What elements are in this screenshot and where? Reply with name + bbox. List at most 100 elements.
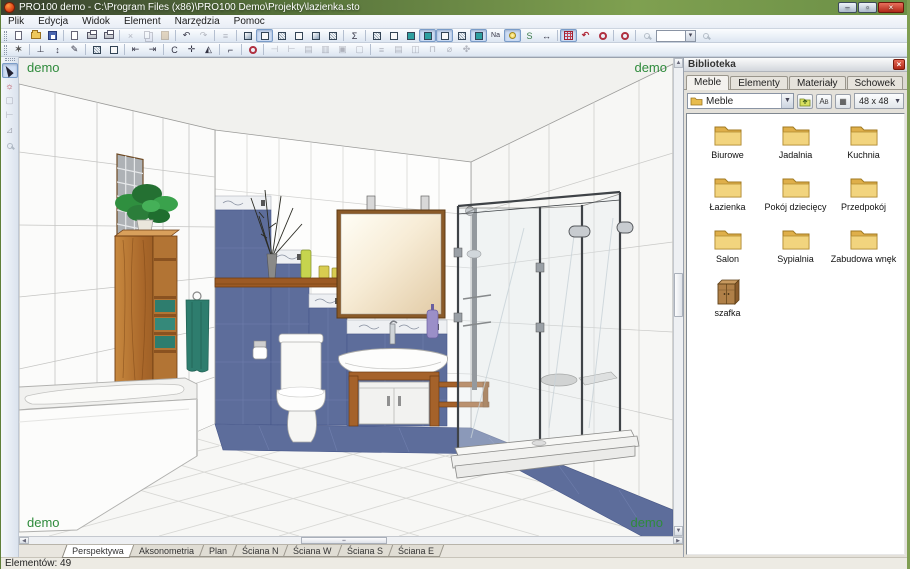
tab-plan[interactable]: Plan [198,545,236,557]
snap-button[interactable]: ✶ [10,43,27,56]
anchor-button[interactable]: ⊥ [32,43,49,56]
library-item-przedpokoj[interactable]: Przedpokój [830,174,898,212]
hinge-left-button[interactable]: ⊣ [266,43,283,56]
dimension-button[interactable]: ⌐ [222,43,239,56]
align-horizontal-button[interactable]: ⇤ [127,43,144,56]
vertical-scroll-thumb[interactable] [674,273,683,317]
move-element-button[interactable]: ✛ [183,43,200,56]
library-path-select[interactable]: Meble ▼ [687,93,794,109]
size-dropdown-arrow[interactable]: ▼ [894,98,903,105]
zoom-in-button[interactable] [638,29,655,42]
export-button[interactable] [66,29,83,42]
cut-button[interactable]: × [122,29,139,42]
sort-button[interactable]: AB [816,94,832,109]
library-item-biurowe[interactable]: Biurowe [694,122,762,160]
smooth-button[interactable]: S [521,29,538,42]
library-close-button[interactable]: × [893,59,905,70]
library-item-salon[interactable]: Salon [694,226,762,264]
render-tool-button[interactable]: ☼ [2,78,18,93]
ungroup-button[interactable]: ▢ [351,43,368,56]
tab-sciana-e[interactable]: Ściana E [387,545,443,557]
project-window-button[interactable] [239,29,256,42]
vertical-scrollbar[interactable]: ▲ ▼ [673,58,683,536]
library-item-pokoj-dzieciecy[interactable]: Pokój dziecięcy [762,174,830,212]
render-sketch-button[interactable] [385,29,402,42]
rotate-view-button[interactable]: ↶ [577,29,594,42]
scroll-down-arrow[interactable]: ▼ [674,526,683,536]
frame-tool-button[interactable]: ▢ [2,93,18,108]
menu-plik[interactable]: Plik [1,15,31,28]
polygon-tool-button[interactable]: ⊿ [2,123,18,138]
library-header[interactable]: Biblioteka × [684,58,907,72]
drawer-tool-button[interactable]: ▤ [390,43,407,56]
shower-cabin[interactable] [451,192,639,478]
library-tab-meble[interactable]: Meble [686,75,729,90]
library-item-kuchnia[interactable]: Kuchnia [830,122,898,160]
library-item-sypialnia[interactable]: Sypialnia [762,226,830,264]
scroll-right-arrow[interactable]: ▶ [673,537,683,544]
zoom-tool-button[interactable] [2,138,18,153]
render-solid-button[interactable] [470,29,487,42]
hinge-right-button[interactable]: ⊢ [283,43,300,56]
tab-aksonometria[interactable]: Aksonometria [128,545,203,557]
grid-button[interactable] [560,29,577,42]
redo-button[interactable]: ↷ [195,29,212,42]
library-tab-elementy[interactable]: Elementy [730,76,788,89]
accessory-tool-button[interactable]: ✤ [458,43,475,56]
tab-sciana-s[interactable]: Ściana S [336,545,392,557]
menu-edycja[interactable]: Edycja [31,15,75,28]
render-edges-button[interactable] [436,29,453,42]
undo-button[interactable]: ↶ [178,29,195,42]
flip-vertical-button[interactable]: ▥ [317,43,334,56]
center-view-button[interactable] [616,29,633,42]
ruler-tool-button[interactable]: ⊢ [2,108,18,123]
tab-perspektywa[interactable]: Perspektywa [62,545,134,558]
toilet-paper-holder[interactable] [253,341,267,359]
library-item-szafka[interactable]: szafka [694,278,762,318]
light-button[interactable] [504,29,521,42]
scroll-left-arrow[interactable]: ◀ [19,537,29,544]
render-wireframe-button[interactable] [368,29,385,42]
close-button[interactable]: × [878,2,904,13]
folder-up-button[interactable] [797,94,813,109]
rotate-element-button[interactable]: C [166,43,183,56]
toolstrip-grip[interactable] [5,58,15,61]
library-item-lazienka[interactable]: Łazienka [694,174,762,212]
shelf-tool-button[interactable]: ≡ [373,43,390,56]
select-window-button[interactable] [88,43,105,56]
select-element-button[interactable] [105,43,122,56]
show-names-button[interactable]: Na [487,29,504,42]
menu-widok[interactable]: Widok [75,15,117,28]
maximize-button[interactable]: ▫ [858,2,877,13]
view-elevation-button[interactable] [324,29,341,42]
collision-button[interactable] [244,43,261,56]
mirror[interactable] [337,196,445,318]
library-item-zabudowa-wnek[interactable]: Zabudowa wnęk [830,226,898,264]
view-perspective-button[interactable] [256,29,273,42]
pan-view-button[interactable]: ↔ [538,29,555,42]
path-dropdown-arrow[interactable]: ▼ [781,94,793,108]
hanging-towel[interactable] [186,292,209,372]
align-vertical-button[interactable]: ⇥ [144,43,161,56]
group-button[interactable]: ▣ [334,43,351,56]
minimize-button[interactable]: – [838,2,857,13]
menu-element[interactable]: Element [117,15,168,28]
print-preview-button[interactable] [100,29,117,42]
view-axonometry-button[interactable] [273,29,290,42]
zoom-level-select[interactable]: ▾ [656,30,696,42]
view-wall-button[interactable] [307,29,324,42]
zoom-dropdown-arrow[interactable]: ▾ [685,31,695,41]
copy-button[interactable] [139,29,156,42]
edit-points-button[interactable]: ✎ [66,43,83,56]
zoom-out-button[interactable] [697,29,714,42]
paste-button[interactable] [156,29,173,42]
save-button[interactable] [44,29,61,42]
view-plan-button[interactable] [290,29,307,42]
move-mode-button[interactable]: ↕ [49,43,66,56]
tab-sciana-w[interactable]: Ściana W [283,545,342,557]
horizontal-scrollbar[interactable]: ◀ ▪▪ ▶ [19,536,683,544]
thumbnail-size-select[interactable]: 48 x 48 ▼ [854,93,904,109]
toolbar-grip-2[interactable] [4,45,7,55]
horizontal-scroll-thumb[interactable]: ▪▪ [301,537,387,544]
scene-3d[interactable]: demo demo demo demo [19,58,673,536]
